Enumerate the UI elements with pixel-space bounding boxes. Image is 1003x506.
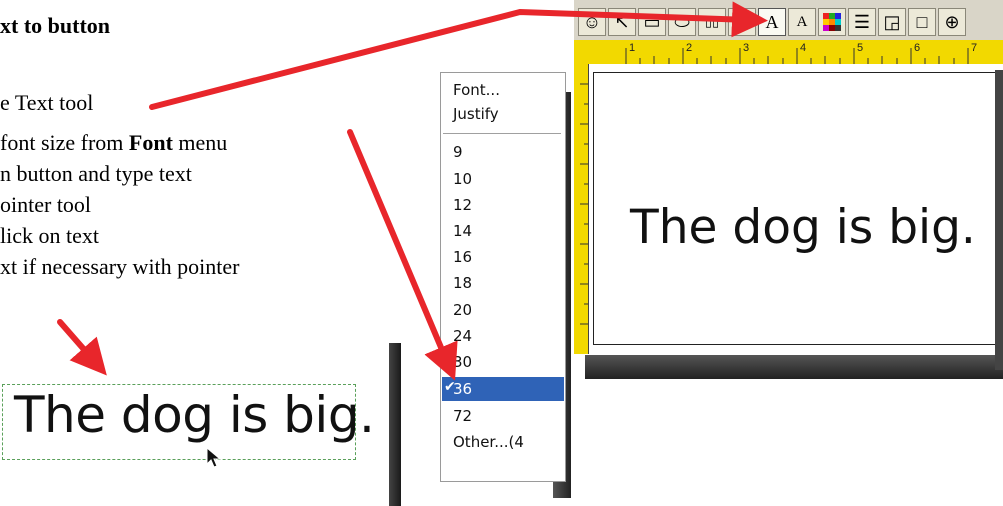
arrow-to-text-tool (149, 1, 768, 110)
arrow-to-size-36 (347, 129, 458, 381)
annotation-arrows (57, 1, 768, 381)
arrow-to-example-text (57, 319, 107, 376)
